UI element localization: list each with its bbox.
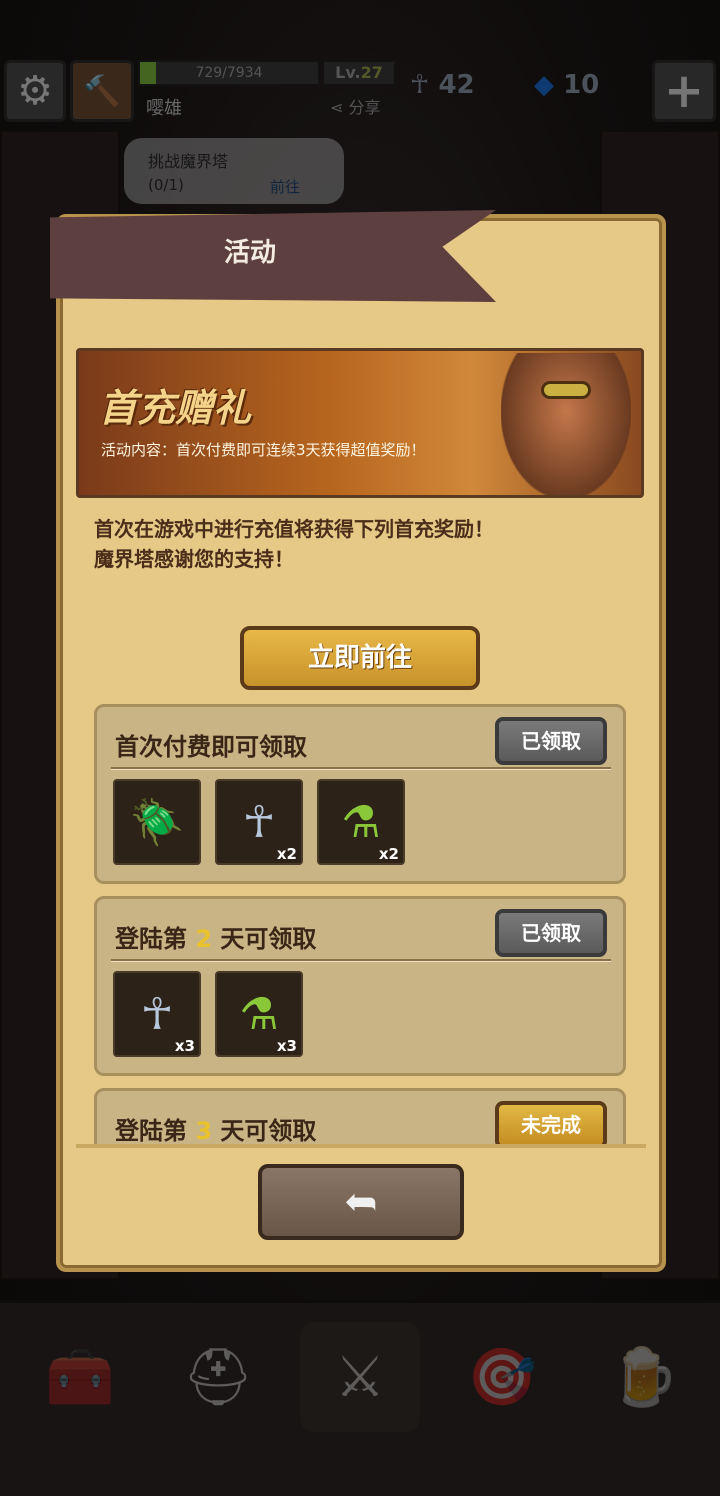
hero-portrait-icon xyxy=(501,353,631,495)
banner-title: 首充赠礼 xyxy=(99,386,252,430)
claimed-button[interactable]: 已领取 xyxy=(495,717,607,765)
reward-card-first-pay: 首次付费即可领取 已领取 🪲 ☥ x2 ⚗ x2 xyxy=(94,704,626,884)
item-quantity: x3 xyxy=(276,1037,297,1055)
reward-item[interactable]: ☥ x2 xyxy=(215,779,303,865)
description: 首次在游戏中进行充值将获得下列首充奖励！ 魔界塔感谢您的支持！ xyxy=(94,514,494,574)
reward-day-number: 2 xyxy=(195,925,213,953)
reward-item[interactable]: ☥ x3 xyxy=(113,971,201,1057)
divider xyxy=(111,959,611,962)
go-now-button[interactable]: 立即前往 xyxy=(240,626,480,690)
reward-item[interactable]: ⚗ x3 xyxy=(215,971,303,1057)
reward-card-day-3: 登陆第 3 天可领取 未完成 xyxy=(94,1088,626,1144)
footer-divider xyxy=(76,1144,646,1148)
reward-title: 登陆第 2 天可领取 xyxy=(115,919,316,954)
item-quantity: x2 xyxy=(378,845,399,863)
reward-day-number: 3 xyxy=(195,1117,213,1144)
reward-title: 首次付费即可领取 xyxy=(115,733,307,761)
back-button[interactable]: ➦ xyxy=(258,1164,464,1240)
item-quantity: x3 xyxy=(174,1037,195,1055)
ankh-icon: ☥ xyxy=(242,796,276,848)
description-line-1: 首次在游戏中进行充值将获得下列首充奖励！ xyxy=(94,517,494,541)
back-arrow-icon: ➦ xyxy=(344,1179,378,1225)
description-line-2: 魔界塔感谢您的支持！ xyxy=(94,547,294,571)
reward-title-post: 天可领取 xyxy=(220,1117,317,1144)
incomplete-button[interactable]: 未完成 xyxy=(495,1101,607,1144)
item-quantity: x2 xyxy=(276,845,297,863)
reward-item[interactable]: ⚗ x2 xyxy=(317,779,405,865)
potion-icon: ⚗ xyxy=(341,796,381,848)
divider xyxy=(111,767,611,770)
claimed-button[interactable]: 已领取 xyxy=(495,909,607,957)
banner-subtitle: 活动内容：首次付费即可连续3天获得超值奖励！ xyxy=(101,441,426,459)
reward-title-pre: 登陆第 xyxy=(115,925,187,953)
reward-card-day-2: 登陆第 2 天可领取 已领取 ☥ x3 ⚗ x3 xyxy=(94,896,626,1076)
ankh-icon: ☥ xyxy=(140,988,174,1040)
potion-icon: ⚗ xyxy=(239,988,279,1040)
first-recharge-banner: 首充赠礼 活动内容：首次付费即可连续3天获得超值奖励！ xyxy=(76,348,644,498)
modal-title: 活动 xyxy=(223,238,276,268)
modal-content: 首充赠礼 活动内容：首次付费即可连续3天获得超值奖励！ 首次在游戏中进行充值将获… xyxy=(76,338,646,1144)
reward-item[interactable]: 🪲 xyxy=(113,779,201,865)
reward-title-post: 天可领取 xyxy=(220,925,317,953)
beetle-icon: 🪲 xyxy=(129,797,185,848)
reward-title-pre: 登陆第 xyxy=(115,1117,187,1144)
reward-title: 登陆第 3 天可领取 xyxy=(115,1111,316,1144)
